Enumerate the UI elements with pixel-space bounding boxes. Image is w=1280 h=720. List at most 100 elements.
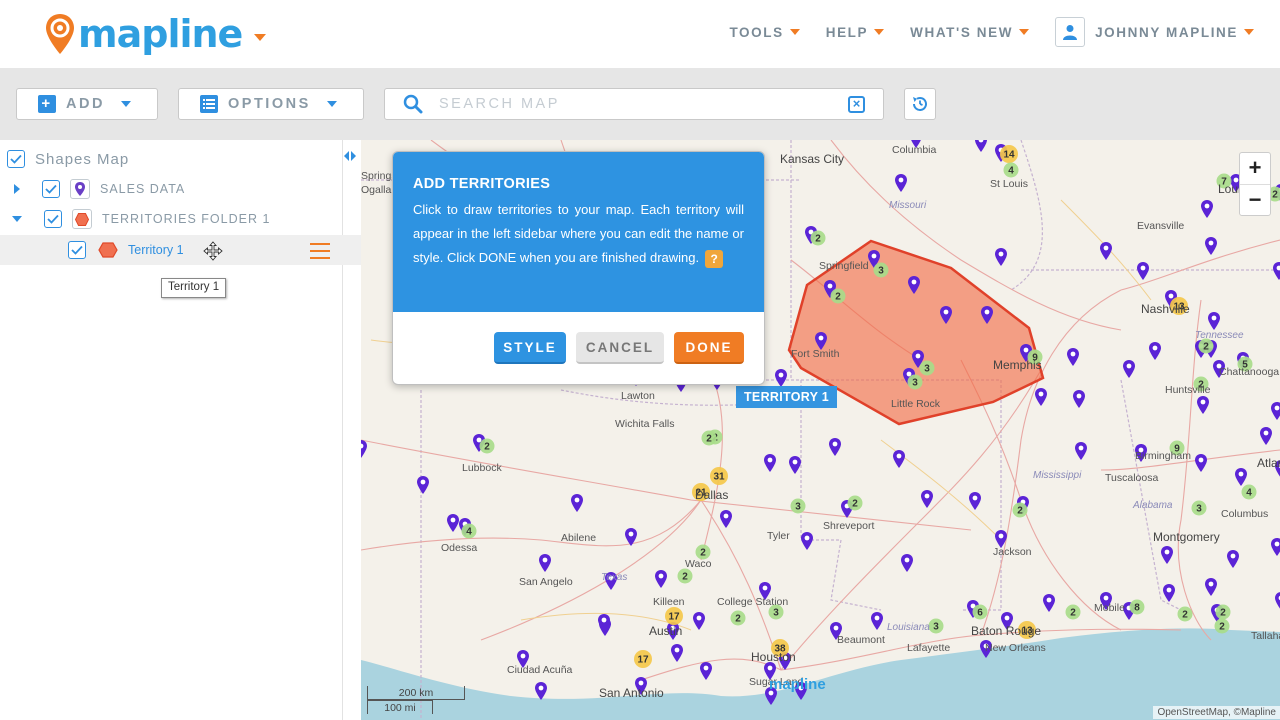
nav-tools[interactable]: TOOLS (729, 25, 800, 40)
done-button[interactable]: DONE (674, 332, 744, 364)
territory-map-label[interactable]: TERRITORY 1 (736, 386, 838, 408)
cluster-badge[interactable]: 2 (1215, 604, 1231, 620)
zoom-out-button[interactable]: − (1240, 184, 1270, 215)
cluster-badge[interactable]: 4 (1241, 484, 1257, 500)
map-pin-icon[interactable] (655, 570, 667, 588)
cluster-badge[interactable]: 3 (790, 498, 806, 514)
cluster-badge[interactable]: 17 (665, 607, 683, 625)
map-pin-icon[interactable] (940, 306, 952, 324)
cluster-badge[interactable]: 4 (461, 523, 477, 539)
map-pin-icon[interactable] (901, 554, 913, 572)
options-button[interactable]: OPTIONS (178, 88, 364, 120)
map-pin-icon[interactable] (1043, 594, 1055, 612)
map-pin-icon[interactable] (1271, 538, 1280, 556)
map-pin-icon[interactable] (895, 174, 907, 192)
map-pin-icon[interactable] (789, 456, 801, 474)
cluster-badge[interactable]: 3 (907, 374, 923, 390)
cancel-button[interactable]: CANCEL (576, 332, 664, 364)
map-pin-icon[interactable] (720, 510, 732, 528)
cluster-badge[interactable]: 2 (677, 568, 693, 584)
cluster-badge[interactable]: 2 (1065, 604, 1081, 620)
map-pin-icon[interactable] (571, 494, 583, 512)
map-pin-icon[interactable] (1275, 592, 1280, 610)
map-pin-icon[interactable] (801, 532, 813, 550)
chevron-down-icon[interactable] (254, 33, 267, 41)
cluster-badge[interactable]: 14 (1000, 145, 1018, 163)
shapes-map-row[interactable]: Shapes Map (7, 145, 129, 173)
map-pin-icon[interactable] (908, 276, 920, 294)
map-pin-icon[interactable] (625, 528, 637, 546)
shapes-map-checkbox[interactable] (7, 150, 25, 168)
map-pin-icon[interactable] (1067, 348, 1079, 366)
map-pin-icon[interactable] (969, 492, 981, 510)
territory-checkbox[interactable] (68, 241, 86, 259)
map-pin-icon[interactable] (535, 682, 547, 700)
map-pin-icon[interactable] (893, 450, 905, 468)
map-pin-icon[interactable] (700, 662, 712, 680)
expand-down-icon[interactable] (12, 216, 22, 222)
map-pin-icon[interactable] (995, 248, 1007, 266)
map-pin-icon[interactable] (1197, 396, 1209, 414)
add-button[interactable]: + ADD (16, 88, 158, 120)
mapline-logo[interactable]: mapline (44, 10, 267, 58)
map-pin-icon[interactable] (764, 454, 776, 472)
zoom-in-button[interactable]: + (1240, 153, 1270, 184)
help-icon[interactable]: ? (705, 249, 724, 268)
map-pin-icon[interactable] (1195, 454, 1207, 472)
map-pin-icon[interactable] (981, 306, 993, 324)
cluster-badge[interactable]: 2 (1214, 618, 1230, 634)
map-pin-icon[interactable] (1163, 584, 1175, 602)
map-pin-icon[interactable] (1260, 427, 1272, 445)
cluster-badge[interactable]: 2 (830, 288, 846, 304)
cluster-badge[interactable]: 2 (847, 495, 863, 511)
sales-data-checkbox[interactable] (42, 180, 60, 198)
territory-row[interactable]: Territory 1 (0, 235, 361, 265)
cluster-badge[interactable]: 2 (701, 430, 717, 446)
map-pin-icon[interactable] (1271, 402, 1280, 420)
map-pin-icon[interactable] (417, 476, 429, 494)
map-pin-icon[interactable] (921, 490, 933, 508)
nav-help[interactable]: HELP (826, 25, 885, 40)
cluster-badge[interactable]: 4 (1003, 162, 1019, 178)
cluster-badge[interactable]: 6 (972, 604, 988, 620)
layer-territories-folder[interactable]: TERRITORIES FOLDER 1 (12, 205, 270, 233)
layer-sales-data[interactable]: SALES DATA (14, 175, 185, 203)
cluster-badge[interactable]: 2 (479, 438, 495, 454)
clear-search-icon[interactable]: × (848, 96, 865, 113)
map-pin-icon[interactable] (1205, 578, 1217, 596)
territories-folder-checkbox[interactable] (44, 210, 62, 228)
map-pin-icon[interactable] (361, 440, 367, 458)
map-pin-icon[interactable] (693, 612, 705, 630)
map-pin-icon[interactable] (1208, 312, 1220, 330)
map-pin-icon[interactable] (1123, 360, 1135, 378)
cluster-badge[interactable]: 17 (634, 650, 652, 668)
cluster-badge[interactable]: 2 (730, 610, 746, 626)
cluster-badge[interactable]: 3 (873, 262, 889, 278)
cluster-badge[interactable]: 3 (919, 360, 935, 376)
map-pin-icon[interactable] (1137, 262, 1149, 280)
map-pin-icon[interactable] (829, 438, 841, 456)
map-pin-icon[interactable] (1100, 242, 1112, 260)
map-pin-icon[interactable] (975, 140, 987, 152)
cluster-badge[interactable]: 2 (1177, 606, 1193, 622)
map-pin-icon[interactable] (1073, 390, 1085, 408)
map-pin-icon[interactable] (1201, 200, 1213, 218)
map-pin-icon[interactable] (1149, 342, 1161, 360)
cluster-badge[interactable]: 3 (928, 618, 944, 634)
nav-whats-new[interactable]: WHAT'S NEW (910, 25, 1030, 40)
expand-right-icon[interactable] (14, 184, 20, 194)
map-pin-icon[interactable] (1075, 442, 1087, 460)
map-pin-icon[interactable] (775, 369, 787, 387)
sidebar-divider[interactable] (342, 140, 343, 720)
map-pin-icon[interactable] (1235, 468, 1247, 486)
cluster-badge[interactable]: 2 (810, 230, 826, 246)
map-pin-icon[interactable] (447, 514, 459, 532)
map-pin-icon[interactable] (1205, 237, 1217, 255)
map-pin-icon[interactable] (871, 612, 883, 630)
cluster-badge[interactable]: 2 (1012, 502, 1028, 518)
search-map-input[interactable] (439, 96, 829, 112)
map-pin-icon[interactable] (1227, 550, 1239, 568)
map-pin-icon[interactable] (671, 644, 683, 662)
cluster-badge[interactable]: 3 (1191, 500, 1207, 516)
map-pin-icon[interactable] (1161, 546, 1173, 564)
